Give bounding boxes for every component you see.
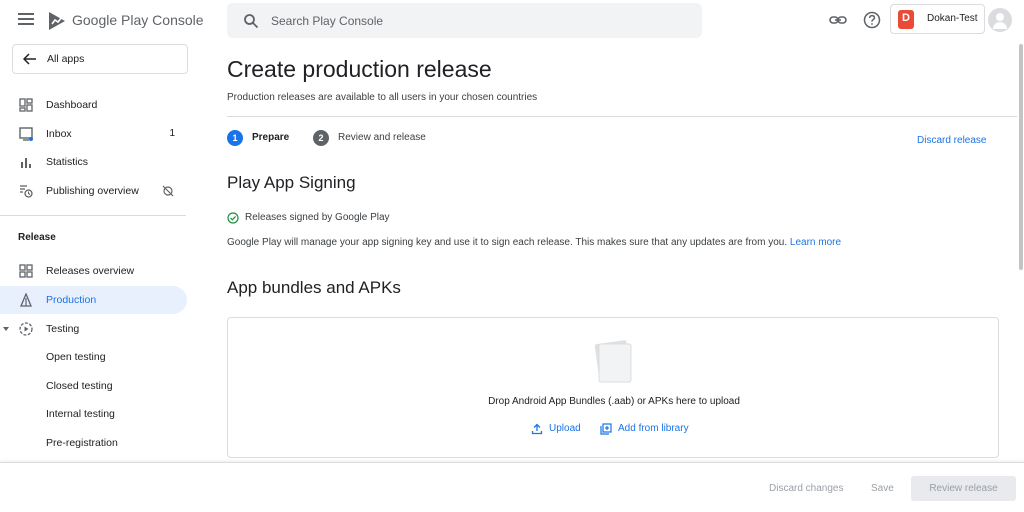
developer-account-switcher[interactable]: Dokan-Test: [890, 4, 985, 34]
page-subtitle: Production releases are available to all…: [227, 92, 538, 103]
play-app-signing-heading: Play App Signing: [227, 173, 356, 192]
avatar-icon[interactable]: [988, 8, 1012, 32]
link-icon[interactable]: [828, 10, 848, 30]
save-button[interactable]: Save: [871, 483, 894, 494]
discard-release-link[interactable]: Discard release: [917, 135, 986, 146]
search-bar[interactable]: [227, 3, 702, 38]
upload-label: Upload: [549, 423, 581, 434]
statistics-icon: [21, 158, 31, 168]
upload-dropzone[interactable]: Drop Android App Bundles (.aab) or APKs …: [227, 317, 999, 458]
testing-icon: [19, 322, 33, 336]
sidebar-item-testing[interactable]: Testing: [0, 315, 187, 343]
sidebar-item-open-testing[interactable]: Open testing: [0, 343, 187, 371]
sidebar-item-label: Testing: [46, 323, 80, 335]
signing-status: Releases signed by Google Play: [245, 212, 390, 223]
drop-instructions: Drop Android App Bundles (.aab) or APKs …: [488, 396, 740, 407]
sidebar-item-label: Releases overview: [46, 265, 135, 277]
header-divider: [227, 116, 1017, 117]
expand-caret-icon[interactable]: [3, 327, 9, 331]
main-scrollbar[interactable]: [1019, 44, 1023, 270]
sidebar-item-releases-overview[interactable]: Releases overview: [0, 257, 187, 285]
sidebar-item-dashboard[interactable]: Dashboard: [0, 91, 187, 119]
sidebar-item-label: Publishing overview: [46, 185, 139, 197]
play-console-app: Google Play Console Dokan-Test: [0, 0, 1024, 512]
developer-logo-icon: [898, 10, 914, 29]
step-number: 2: [313, 130, 329, 146]
managed-publishing-off-icon: [162, 185, 174, 197]
top-bar: Google Play Console Dokan-Test: [0, 0, 1024, 42]
sidebar-item-label: Dashboard: [46, 99, 98, 111]
inbox-count-badge: 1: [169, 128, 175, 139]
dashboard-icon: [19, 98, 33, 112]
review-release-button[interactable]: Review release: [911, 476, 1016, 501]
sidebar-item-label: Pre-registration: [46, 437, 118, 449]
sidebar-item-label: Inbox: [46, 128, 72, 140]
check-circle-icon: [227, 212, 239, 224]
sidebar-item-pre-registration[interactable]: Pre-registration: [0, 429, 187, 457]
discard-changes-button[interactable]: Discard changes: [769, 483, 843, 494]
documents-icon: [594, 340, 632, 383]
step-number: 1: [227, 130, 243, 146]
add-from-library-label: Add from library: [618, 423, 689, 434]
help-icon[interactable]: [862, 10, 882, 30]
upload-icon: [531, 423, 543, 435]
publishing-icon: [20, 185, 33, 198]
sidebar-item-label: Production: [46, 294, 97, 306]
page-title: Create production release: [227, 56, 492, 82]
brand-google-play: Google Play: [72, 12, 149, 28]
signing-description: Google Play will manage your app signing…: [227, 237, 841, 248]
main-content: Create production release Production rel…: [227, 42, 1017, 460]
sidebar-divider: [0, 215, 186, 216]
sidebar-item-label: Open testing: [46, 351, 106, 363]
inbox-icon: [19, 127, 33, 141]
releases-icon: [19, 264, 33, 278]
production-icon: [20, 293, 32, 307]
sidebar-item-internal-testing[interactable]: Internal testing: [0, 400, 187, 428]
sidebar-item-label: Internal testing: [46, 408, 115, 420]
all-apps-button[interactable]: All apps: [12, 44, 188, 74]
library-add-icon: [600, 423, 612, 435]
arrow-back-icon: [23, 53, 36, 65]
sidebar-item-publishing-overview[interactable]: Publishing overview: [0, 177, 187, 205]
step-label: Review and release: [338, 132, 426, 143]
sidebar-item-inbox[interactable]: Inbox 1: [0, 120, 187, 148]
search-input[interactable]: [271, 3, 691, 38]
step-label: Prepare: [252, 132, 290, 143]
sidebar-item-label: Statistics: [46, 156, 89, 168]
learn-more-link[interactable]: Learn more: [790, 237, 841, 248]
action-footer: Discard changes Save Review release: [0, 462, 1024, 512]
sidebar-item-production[interactable]: Production: [0, 286, 187, 314]
sidebar: All apps Dashboard Inbox 1 Statistics Pu…: [0, 42, 196, 460]
signing-description-text: Google Play will manage your app signing…: [227, 237, 788, 248]
app-bundles-heading: App bundles and APKs: [227, 278, 401, 297]
sidebar-item-statistics[interactable]: Statistics: [0, 148, 187, 176]
play-console-logo: [49, 12, 65, 30]
sidebar-item-label: Closed testing: [46, 380, 113, 392]
menu-icon[interactable]: [18, 13, 34, 27]
search-icon: [244, 14, 259, 29]
sidebar-item-closed-testing[interactable]: Closed testing: [0, 372, 187, 400]
all-apps-label: All apps: [47, 53, 85, 65]
brand-title: Google Play Console: [72, 12, 204, 28]
release-section-heading: Release: [18, 232, 56, 243]
brand-console: Console: [152, 12, 204, 28]
account-name: Dokan-Test: [927, 13, 978, 24]
